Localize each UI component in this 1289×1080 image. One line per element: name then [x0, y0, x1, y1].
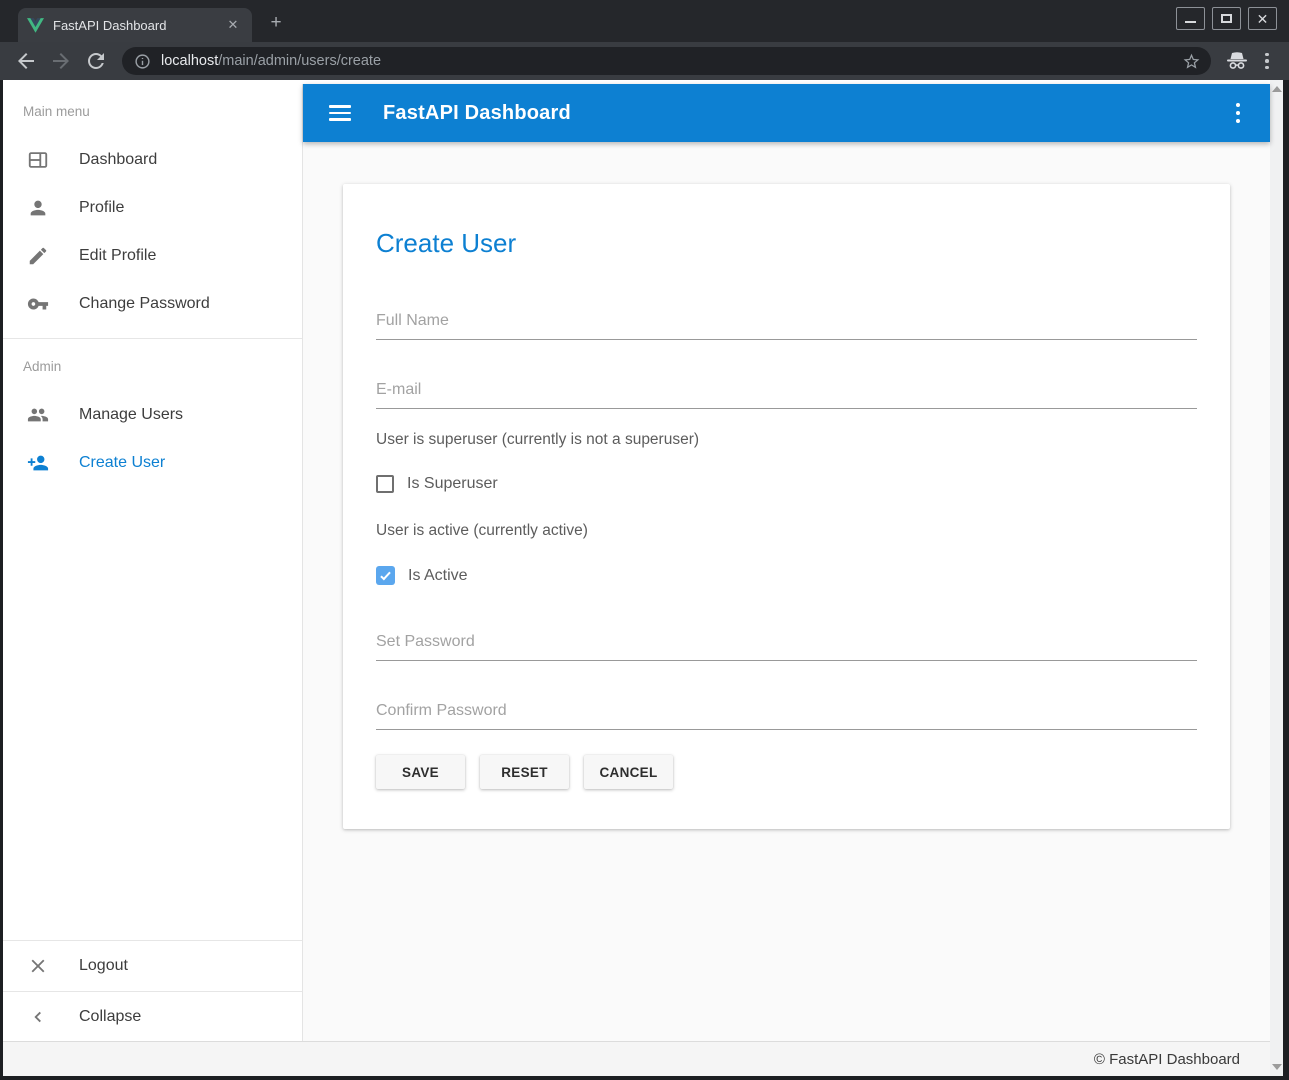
is-active-label: Is Active: [408, 567, 468, 585]
url-path: /main/admin/users/create: [218, 53, 381, 69]
sidebar-item-manage-users[interactable]: Manage Users: [3, 391, 302, 439]
sidebar-item-label: Edit Profile: [79, 247, 156, 265]
tab-title: FastAPI Dashboard: [53, 18, 224, 33]
appbar: FastAPI Dashboard: [303, 84, 1270, 142]
scrollbar-down-arrow-icon[interactable]: [1272, 1064, 1282, 1070]
set-password-input[interactable]: [376, 633, 1197, 661]
browser-tab[interactable]: FastAPI Dashboard ✕: [18, 8, 252, 42]
sidebar-item-edit-profile[interactable]: Edit Profile: [3, 232, 302, 280]
copyright-text: © FastAPI Dashboard: [1094, 1051, 1240, 1068]
reset-button[interactable]: RESET: [480, 755, 569, 789]
sidebar-item-change-password[interactable]: Change Password: [3, 280, 302, 328]
save-button[interactable]: SAVE: [376, 755, 465, 789]
main-area: FastAPI Dashboard Create User: [303, 84, 1270, 1041]
forward-button-icon[interactable]: [49, 49, 73, 73]
incognito-icon: [1225, 51, 1249, 71]
window-close-button[interactable]: ✕: [1248, 7, 1277, 30]
email-input[interactable]: [376, 381, 1197, 409]
pencil-icon: [27, 245, 49, 267]
maximize-icon: [1221, 14, 1232, 23]
sidebar-item-create-user[interactable]: Create User: [3, 439, 302, 487]
sidebar-section-admin: Admin: [3, 339, 302, 375]
minimize-icon: [1185, 15, 1196, 23]
chevron-left-icon: [27, 1006, 49, 1028]
sidebar-item-label: Change Password: [79, 295, 210, 313]
is-active-row: Is Active: [376, 566, 1197, 585]
sidebar-section-main-menu: Main menu: [3, 84, 302, 120]
vue-logo-icon: [27, 18, 44, 33]
browser-titlebar: FastAPI Dashboard ✕ + ✕: [0, 0, 1289, 42]
bookmark-star-icon[interactable]: [1182, 52, 1201, 71]
window-minimize-button[interactable]: [1176, 7, 1205, 30]
cancel-button[interactable]: CANCEL: [584, 755, 673, 789]
hamburger-menu-icon[interactable]: [329, 105, 351, 121]
page-title: Create User: [376, 228, 1197, 258]
set-password-field: [376, 633, 1197, 661]
back-button-icon[interactable]: [14, 49, 38, 73]
reload-button-icon[interactable]: [84, 49, 108, 73]
sidebar-item-dashboard[interactable]: Dashboard: [3, 136, 302, 184]
confirm-password-field: [376, 702, 1197, 730]
superuser-hint: User is superuser (currently is not a su…: [376, 431, 1197, 449]
person-add-icon: [27, 452, 49, 474]
sidebar-item-label: Dashboard: [79, 151, 157, 169]
sidebar-item-label: Manage Users: [79, 406, 183, 424]
sidebar-item-profile[interactable]: Profile: [3, 184, 302, 232]
people-icon: [27, 404, 49, 426]
sidebar-item-label: Create User: [79, 454, 165, 472]
person-icon: [27, 197, 49, 219]
sidebar-item-label: Logout: [79, 957, 128, 975]
full-name-field: [376, 312, 1197, 340]
window-close-icon: ✕: [1257, 12, 1269, 26]
new-tab-button[interactable]: +: [264, 11, 288, 35]
browser-toolbar: localhost/main/admin/users/create: [0, 42, 1289, 80]
window-maximize-button[interactable]: [1212, 7, 1241, 30]
close-x-icon: [27, 955, 49, 977]
url-host: localhost: [161, 53, 218, 69]
sidebar-item-label: Collapse: [79, 1008, 141, 1026]
browser-menu-button[interactable]: [1259, 49, 1275, 73]
appbar-overflow-menu-icon[interactable]: [1228, 100, 1248, 126]
key-icon: [27, 293, 49, 315]
is-superuser-row: Is Superuser: [376, 475, 1197, 493]
full-name-input[interactable]: [376, 312, 1197, 340]
appbar-title: FastAPI Dashboard: [383, 102, 571, 125]
tab-close-icon[interactable]: ✕: [224, 16, 242, 34]
page-footer: © FastAPI Dashboard: [3, 1041, 1270, 1076]
is-active-checkbox[interactable]: [376, 566, 395, 585]
page-viewport: Main menu Dashboard: [3, 80, 1283, 1076]
sidebar-admin-list: Manage Users Create User: [3, 391, 302, 487]
address-bar[interactable]: localhost/main/admin/users/create: [122, 47, 1211, 75]
content-area: Create User User is superuser (currently…: [303, 142, 1270, 1041]
sidebar-item-label: Profile: [79, 199, 124, 217]
confirm-password-input[interactable]: [376, 702, 1197, 730]
form-actions: SAVE RESET CANCEL: [376, 755, 1197, 789]
sidebar-bottom: Logout Collapse: [3, 940, 302, 1041]
is-superuser-label: Is Superuser: [407, 475, 498, 493]
is-superuser-checkbox[interactable]: [376, 475, 394, 493]
active-hint: User is active (currently active): [376, 522, 1197, 540]
sidebar-item-collapse[interactable]: Collapse: [3, 991, 302, 1041]
create-user-card: Create User User is superuser (currently…: [343, 184, 1230, 829]
site-info-icon[interactable]: [134, 53, 151, 70]
email-field: [376, 381, 1197, 409]
sidebar: Main menu Dashboard: [3, 84, 303, 1041]
scrollbar-up-arrow-icon[interactable]: [1272, 86, 1282, 92]
checkmark-icon: [380, 569, 390, 580]
window-controls: ✕: [1176, 7, 1277, 30]
scrollbar[interactable]: [1270, 80, 1283, 1076]
sidebar-item-logout[interactable]: Logout: [3, 941, 302, 991]
browser-window: FastAPI Dashboard ✕ + ✕ localhost/main/a…: [0, 0, 1289, 1080]
sidebar-main-list: Dashboard Profile Edit P: [3, 136, 302, 328]
dashboard-icon: [27, 149, 49, 171]
url-text[interactable]: localhost/main/admin/users/create: [161, 53, 1182, 69]
